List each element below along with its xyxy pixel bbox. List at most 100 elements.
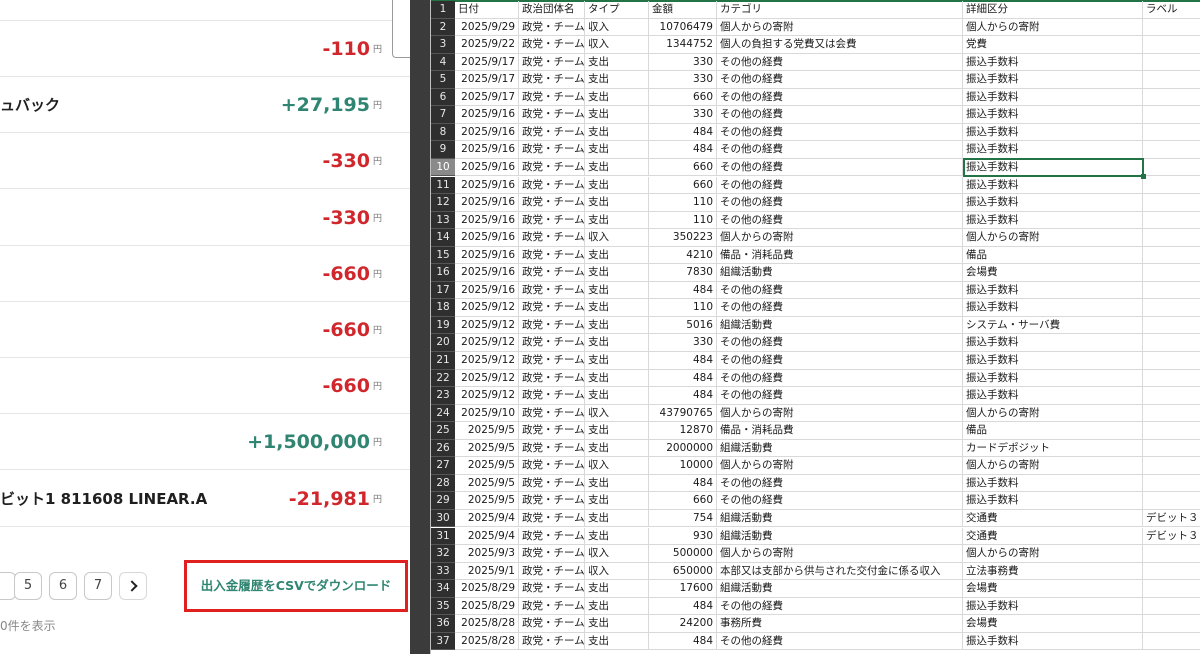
sheet-cell[interactable]: 個人からの寄附 [963,404,1143,423]
sheet-cell[interactable]: 2025/9/5 [455,492,519,510]
sheet-cell[interactable]: 支出 [585,281,649,300]
sheet-cell[interactable] [1143,124,1200,142]
sheet-cell[interactable]: 2025/9/12 [455,387,519,405]
row-header[interactable]: 23 [431,387,455,405]
sheet-cell[interactable]: 支出 [585,88,649,107]
sheet-cell[interactable]: 政党・チーム [519,88,585,107]
sheet-cell[interactable]: 政党・チーム [519,562,585,581]
sheet-cell[interactable]: その他の経費 [717,194,963,212]
sheet-cell[interactable]: 収入 [585,545,649,563]
sheet-cell[interactable] [1143,457,1200,475]
sheet-cell[interactable]: 支出 [585,632,649,651]
sheet-cell[interactable]: システム・サーバ費 [963,316,1143,335]
sheet-cell[interactable]: 組織活動費 [717,509,963,528]
sheet-cell[interactable]: 政党・チーム [519,106,585,124]
sheet-cell[interactable]: 振込手数料 [963,176,1143,195]
sheet-cell[interactable]: 10000 [649,457,717,475]
sheet-cell[interactable]: 484 [649,281,717,300]
sheet-cell[interactable]: 政党・チーム [519,580,585,598]
sheet-cell[interactable]: 2025/9/1 [455,562,519,581]
sheet-cell[interactable]: 組織活動費 [717,264,963,282]
sheet-cell[interactable]: 個人からの寄附 [963,18,1143,37]
sheet-cell[interactable]: 政党・チーム [519,299,585,317]
sheet-cell[interactable] [1143,492,1200,510]
sheet-cell[interactable]: 330 [649,334,717,352]
sheet-cell[interactable] [1143,615,1200,633]
sheet-cell[interactable]: 2025/8/29 [455,580,519,598]
column-header-cell[interactable]: 金額 [649,1,717,19]
sheet-cell[interactable]: 政党・チーム [519,53,585,72]
sheet-cell[interactable]: 2025/9/5 [455,457,519,475]
sheet-cell[interactable] [1143,89,1200,107]
sheet-cell[interactable]: 10706479 [649,18,717,37]
sheet-cell[interactable]: 2025/9/16 [455,194,519,212]
sheet-cell[interactable]: 110 [649,299,717,317]
sheet-cell[interactable]: その他の経費 [717,53,963,72]
row-header[interactable]: 30 [431,509,455,528]
sheet-cell[interactable]: 484 [649,352,717,370]
sheet-cell[interactable]: 振込手数料 [963,158,1143,177]
sheet-cell[interactable]: 収入 [585,457,649,475]
sheet-cell[interactable]: 支出 [585,264,649,282]
sheet-cell[interactable]: 振込手数料 [963,299,1143,317]
sheet-cell[interactable]: 政党・チーム [519,229,585,247]
sheet-cell[interactable]: 2025/9/5 [455,439,519,458]
sheet-cell[interactable]: 振込手数料 [963,71,1143,89]
sheet-cell[interactable]: 政党・チーム [519,18,585,37]
sheet-cell[interactable]: 支出 [585,509,649,528]
column-header-cell[interactable]: 詳細区分 [963,1,1143,19]
sheet-cell[interactable]: 振込手数料 [963,387,1143,405]
sheet-cell[interactable]: 110 [649,211,717,230]
sheet-cell[interactable]: 2025/9/16 [455,176,519,195]
sheet-cell[interactable]: 支出 [585,141,649,159]
sheet-cell[interactable]: 備品・消耗品費 [717,246,963,265]
sheet-cell[interactable]: 660 [649,492,717,510]
sheet-cell[interactable] [1143,317,1200,335]
sheet-cell[interactable]: 支出 [585,71,649,89]
row-header[interactable]: 33 [431,562,455,581]
sheet-cell[interactable]: 支出 [585,580,649,598]
sheet-cell[interactable]: 政党・チーム [519,509,585,528]
row-header[interactable]: 10 [431,158,455,177]
sheet-cell[interactable]: 支出 [585,123,649,142]
sheet-cell[interactable]: 支出 [585,334,649,352]
sheet-cell[interactable]: 個人からの寄附 [717,229,963,247]
sheet-cell[interactable] [1143,422,1200,440]
sheet-cell[interactable] [1143,580,1200,598]
sheet-cell[interactable]: その他の経費 [717,281,963,300]
sheet-cell[interactable]: 政党・チーム [519,176,585,195]
sheet-cell[interactable]: 政党・チーム [519,404,585,423]
sheet-cell[interactable]: 2025/9/16 [455,211,519,230]
sheet-cell[interactable]: 2025/9/16 [455,264,519,282]
column-header-cell[interactable]: 日付 [455,1,519,19]
transaction-row[interactable]: -330 円 [0,190,410,246]
sheet-cell[interactable]: 2025/9/12 [455,299,519,317]
sheet-cell[interactable]: 政党・チーム [519,632,585,651]
transaction-row[interactable]: -660 円 [0,358,410,415]
row-header[interactable]: 18 [431,299,455,317]
row-header[interactable]: 11 [431,176,455,195]
sheet-cell[interactable]: 110 [649,194,717,212]
sheet-cell[interactable] [1143,212,1200,230]
sheet-cell[interactable]: 政党・チーム [519,439,585,458]
sheet-cell[interactable]: 政党・チーム [519,211,585,230]
sheet-cell[interactable] [1143,282,1200,300]
pager-page-7[interactable]: 7 [84,572,112,600]
sheet-cell[interactable]: 660 [649,88,717,107]
sheet-cell[interactable] [1143,54,1200,72]
row-header[interactable]: 27 [431,457,455,475]
sheet-cell[interactable]: 政党・チーム [519,492,585,510]
sheet-cell[interactable]: 個人からの寄附 [963,229,1143,247]
sheet-cell[interactable]: 個人からの寄附 [717,457,963,475]
sheet-cell[interactable]: その他の経費 [717,352,963,370]
pager-next-button[interactable] [119,572,147,600]
sheet-cell[interactable]: 個人の負担する党費又は会費 [717,36,963,54]
sheet-cell[interactable]: 政党・チーム [519,474,585,493]
sheet-cell[interactable] [1143,545,1200,563]
sheet-cell[interactable]: 支出 [585,176,649,195]
row-header[interactable]: 31 [431,527,455,546]
sheet-cell[interactable]: その他の経費 [717,387,963,405]
sheet-cell[interactable]: 支出 [585,106,649,124]
sheet-cell[interactable]: 政党・チーム [519,194,585,212]
sheet-cell[interactable]: 2025/9/22 [455,36,519,54]
